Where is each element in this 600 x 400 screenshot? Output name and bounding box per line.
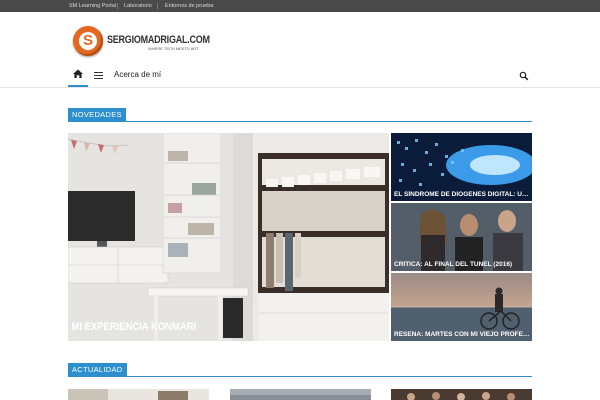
hamburger-icon[interactable]: [94, 72, 103, 79]
featured-main-post[interactable]: MI EXPERIENCIA KONMARI: [68, 133, 389, 341]
news-thumbnail-image-2: [230, 389, 371, 400]
news-thumbnail-3[interactable]: [391, 388, 532, 400]
top-bar: SM Learning Portal Laboratorio Entornos …: [0, 0, 600, 12]
section-divider: [68, 121, 532, 122]
site-tagline: WHERE TECH MEETS ART: [148, 46, 199, 51]
section-label-actualidad: ACTUALIDAD: [68, 363, 127, 376]
featured-side-caption-3[interactable]: RESEÑA: MARTES CON MI VIEJO PROFESOR...: [391, 331, 532, 341]
search-icon[interactable]: [519, 71, 529, 81]
news-thumbnail-1[interactable]: [68, 388, 209, 400]
nav-home[interactable]: [68, 64, 88, 87]
featured-main-image: [68, 133, 389, 341]
logo-letter: S: [79, 32, 97, 50]
nav-link-about[interactable]: Acerca de mí: [114, 70, 161, 79]
news-thumbnail-2[interactable]: [230, 388, 371, 400]
featured-side-post-1[interactable]: EL SÍNDROME DE DIÓGENES DIGITAL: UN...: [391, 133, 532, 201]
featured-main-caption[interactable]: MI EXPERIENCIA KONMARI: [68, 321, 344, 341]
featured-side-post-2[interactable]: CRÍTICA: AL FINAL DEL TÚNEL (2016): [391, 203, 532, 271]
featured-side-caption-1[interactable]: EL SÍNDROME DE DIÓGENES DIGITAL: UN...: [391, 191, 532, 201]
site-name[interactable]: SERGIOMADRIGAL.COM: [107, 34, 210, 46]
topbar-link-learning-portal[interactable]: SM Learning Portal: [69, 0, 116, 12]
featured-side-post-3[interactable]: RESEÑA: MARTES CON MI VIEJO PROFESOR...: [391, 273, 532, 341]
main-navigation: [0, 64, 600, 88]
topbar-separator: [117, 3, 118, 9]
home-icon: [73, 69, 83, 78]
news-thumbnail-image-3: [391, 389, 532, 400]
section-divider: [68, 376, 532, 377]
section-label-novedades: NOVEDADES: [68, 108, 126, 121]
featured-side-caption-2[interactable]: CRÍTICA: AL FINAL DEL TÚNEL (2016): [391, 261, 532, 271]
topbar-separator: [157, 3, 158, 9]
news-thumbnail-image-1: [68, 389, 209, 400]
topbar-link-laboratorio[interactable]: Laboratorio: [124, 0, 152, 12]
topbar-link-entornos[interactable]: Entornos de prueba: [165, 0, 213, 12]
